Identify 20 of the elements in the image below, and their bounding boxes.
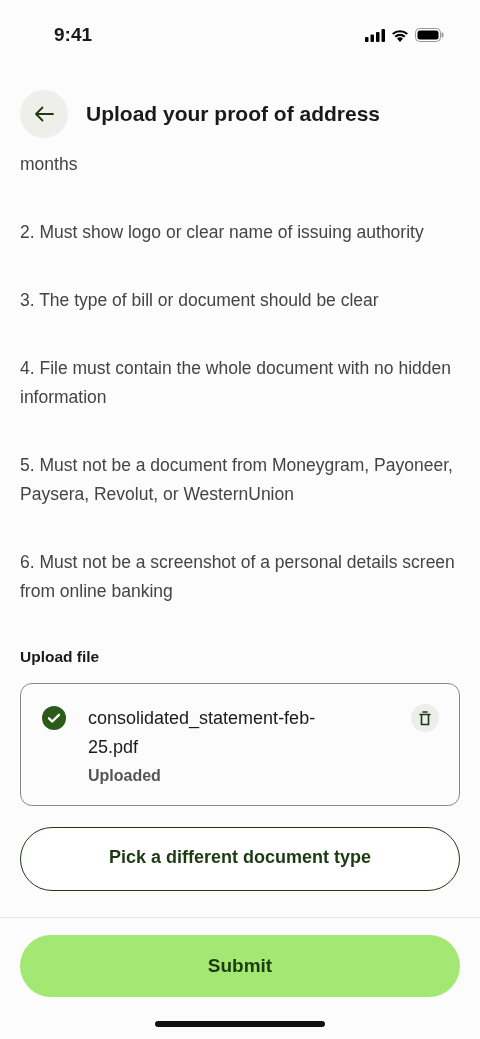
back-arrow-icon [34, 106, 54, 122]
requirement-text: 2. Must show logo or clear name of issuing authority [20, 221, 425, 244]
wifi-icon [391, 28, 409, 42]
signal-icon [365, 28, 385, 42]
submit-button[interactable]: Submit [20, 935, 460, 997]
requirement-text: 3. The type of bill or document should be clear [20, 289, 380, 312]
upload-label: Upload file [20, 648, 101, 666]
requirement-text: 4. File must contain the whole document with no hidden information [20, 357, 452, 409]
file-name: consolidated_statement-feb-25.pdf [88, 707, 317, 759]
page-title: Upload your proof of address [86, 102, 381, 126]
requirement-text: 5. Must not be a document from Moneygram, Payoneer, Paysera, Revolut, or WesternUnion [20, 454, 454, 506]
back-button[interactable] [20, 90, 68, 138]
requirement-text: months [20, 153, 79, 176]
trash-icon [419, 710, 431, 726]
status-time: 9:41 [54, 24, 93, 46]
requirement-text: 6. Must not be a screenshot of a personal details screen from online banking [20, 551, 456, 603]
pick-document-type-button[interactable]: Pick a different document type [20, 827, 460, 891]
battery-icon [415, 28, 444, 42]
delete-button[interactable] [411, 704, 439, 732]
file-status: Uploaded [88, 767, 162, 785]
